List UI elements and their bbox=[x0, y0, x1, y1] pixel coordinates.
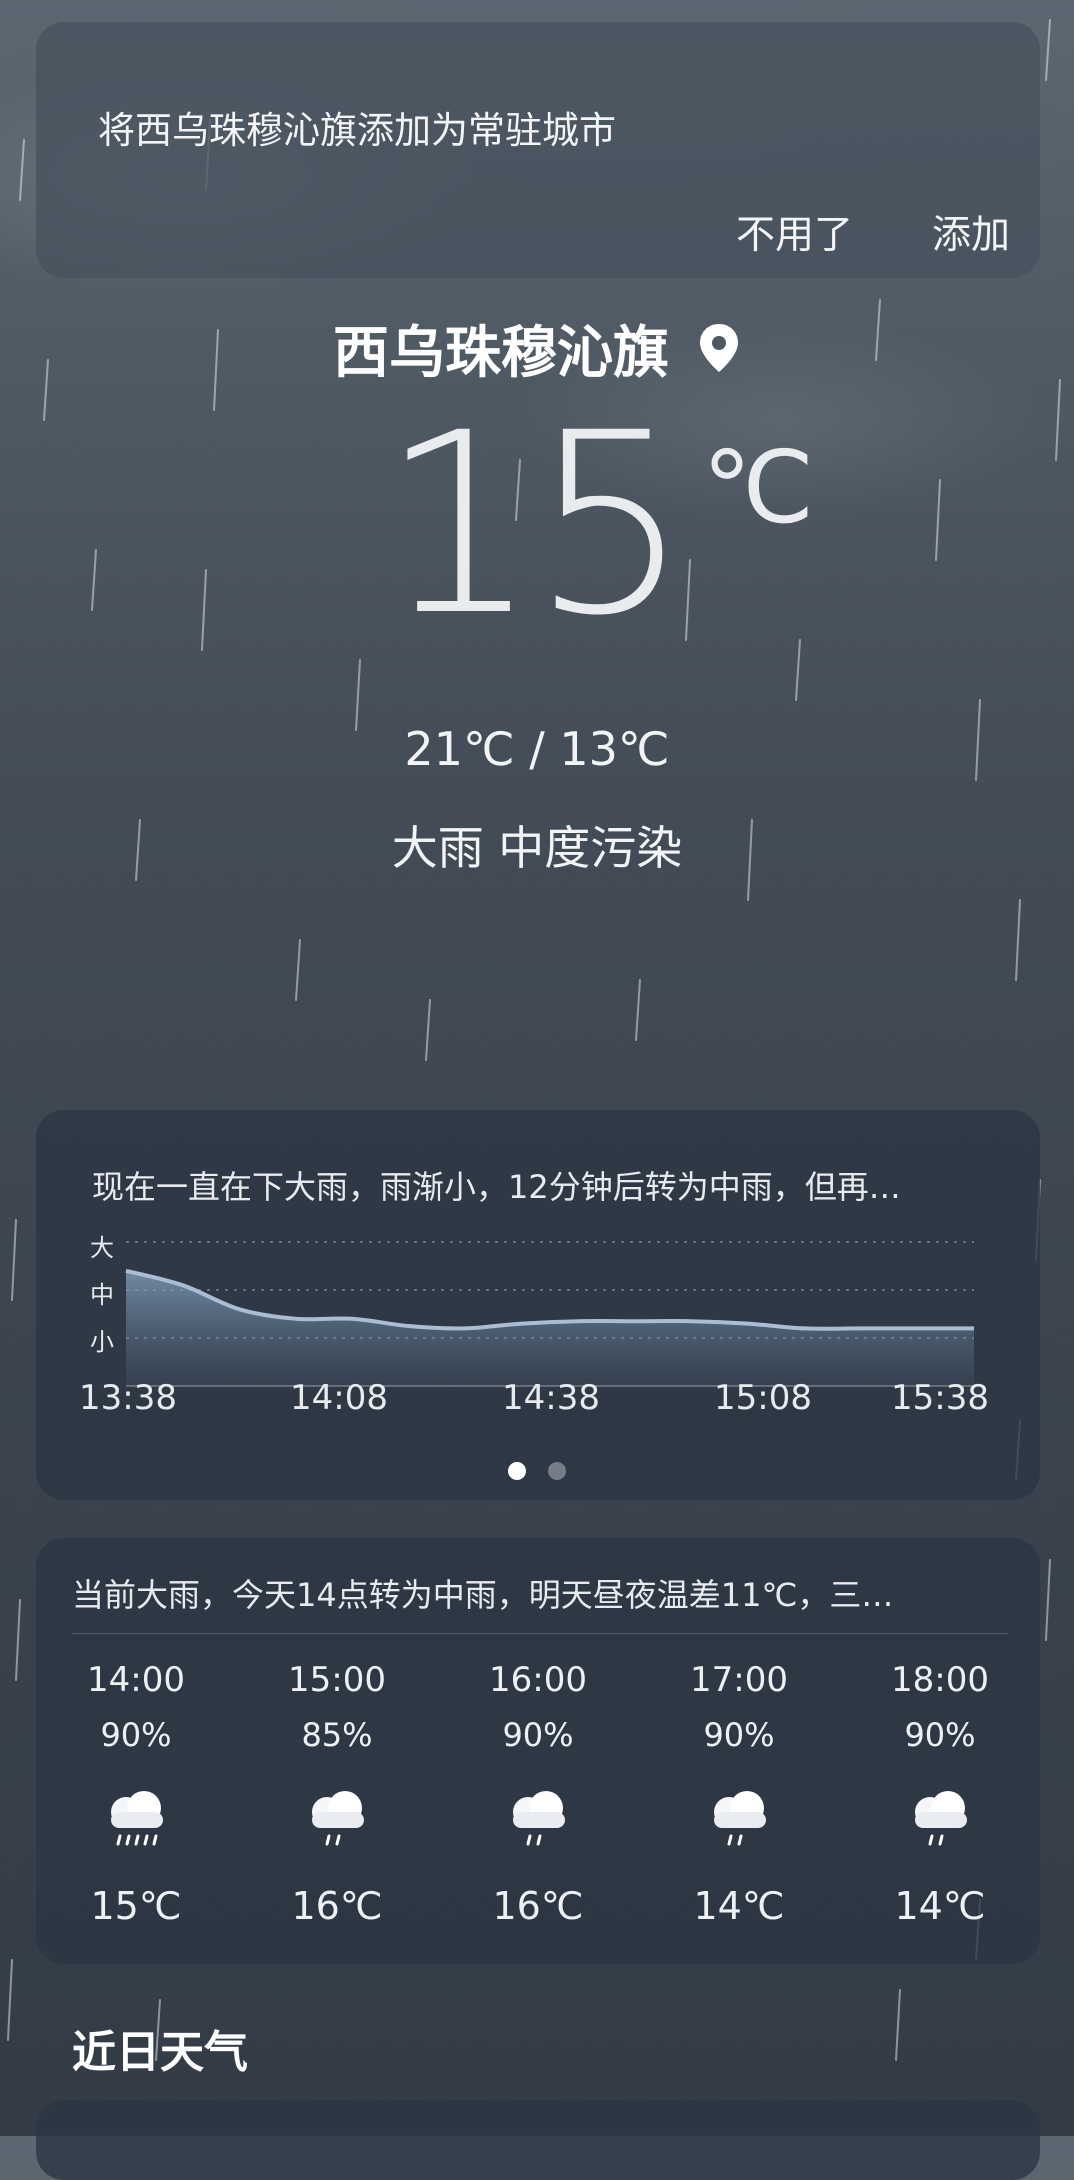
divider bbox=[72, 1633, 1008, 1634]
rain-icon bbox=[312, 1791, 364, 1846]
city-name[interactable]: 西乌珠穆沁旗 bbox=[333, 308, 669, 389]
precipitation-chart bbox=[125, 1241, 974, 1387]
banner-message: 将西乌珠穆沁旗添加为常驻城市 bbox=[98, 109, 616, 152]
hour-time: 14:00 bbox=[87, 1660, 185, 1700]
hourly-item[interactable]: 14:00 90% 15℃ bbox=[51, 1660, 221, 1928]
time-label: 14:38 bbox=[502, 1378, 600, 1418]
hourly-item[interactable]: 17:00 90% 14℃ bbox=[654, 1660, 824, 1928]
weather-condition: 大雨 中度污染 bbox=[391, 821, 683, 875]
hourly-forecast-card[interactable]: 当前大雨，今天14点转为中雨，明天昼夜温差11℃，三… 14:00 90% 15… bbox=[36, 1538, 1040, 1964]
rain-icon bbox=[714, 1791, 766, 1846]
daily-forecast-card[interactable] bbox=[36, 2100, 1040, 2180]
time-label: 14:08 bbox=[290, 1378, 388, 1418]
heavy-rain-icon bbox=[111, 1791, 163, 1846]
precipitation-probability: 90% bbox=[703, 1716, 775, 1754]
hour-time: 16:00 bbox=[489, 1660, 587, 1700]
hour-temperature: 16℃ bbox=[291, 1884, 383, 1928]
precipitation-probability: 85% bbox=[301, 1716, 373, 1754]
time-label: 15:38 bbox=[891, 1378, 989, 1418]
rain-icon bbox=[915, 1791, 967, 1846]
city-header: 西乌珠穆沁旗 bbox=[0, 308, 1074, 388]
hourly-item[interactable]: 18:00 90% 14℃ bbox=[855, 1660, 1025, 1928]
temperature-unit: ℃ bbox=[702, 429, 815, 546]
temperature-range: 21℃ / 13℃ bbox=[404, 722, 670, 776]
precipitation-card[interactable]: 现在一直在下大雨，雨渐小，12分钟后转为中雨，但再… 大 中 小 13:38 1… bbox=[36, 1110, 1040, 1500]
forecast-summary: 当前大雨，今天14点转为中雨，明天昼夜温差11℃，三… bbox=[72, 1576, 894, 1614]
hour-time: 18:00 bbox=[891, 1660, 989, 1700]
dismiss-button[interactable]: 不用了 bbox=[736, 204, 853, 260]
hourly-item[interactable]: 16:00 90% 16℃ bbox=[453, 1660, 623, 1928]
hourly-item[interactable]: 15:00 85% 16℃ bbox=[252, 1660, 422, 1928]
precipitation-probability: 90% bbox=[502, 1716, 574, 1754]
hour-temperature: 15℃ bbox=[90, 1884, 182, 1928]
page-indicator-dot-active[interactable] bbox=[508, 1462, 526, 1480]
location-pin-icon bbox=[700, 324, 738, 372]
precipitation-probability: 90% bbox=[904, 1716, 976, 1754]
current-temperature: 15 bbox=[380, 379, 690, 670]
hour-time: 17:00 bbox=[690, 1660, 788, 1700]
hour-temperature: 16℃ bbox=[492, 1884, 584, 1928]
time-label: 15:08 bbox=[714, 1378, 812, 1418]
time-label: 13:38 bbox=[79, 1378, 177, 1418]
add-resident-city-banner: 将西乌珠穆沁旗添加为常驻城市 不用了 添加 bbox=[36, 22, 1040, 278]
page-indicator-dot[interactable] bbox=[548, 1462, 566, 1480]
add-city-button[interactable]: 添加 bbox=[932, 204, 1010, 260]
hour-temperature: 14℃ bbox=[894, 1884, 986, 1928]
hour-time: 15:00 bbox=[288, 1660, 386, 1700]
precipitation-probability: 90% bbox=[100, 1716, 172, 1754]
rain-icon bbox=[513, 1791, 565, 1846]
recent-weather-title: 近日天气 bbox=[72, 2027, 248, 2078]
hour-temperature: 14℃ bbox=[693, 1884, 785, 1928]
